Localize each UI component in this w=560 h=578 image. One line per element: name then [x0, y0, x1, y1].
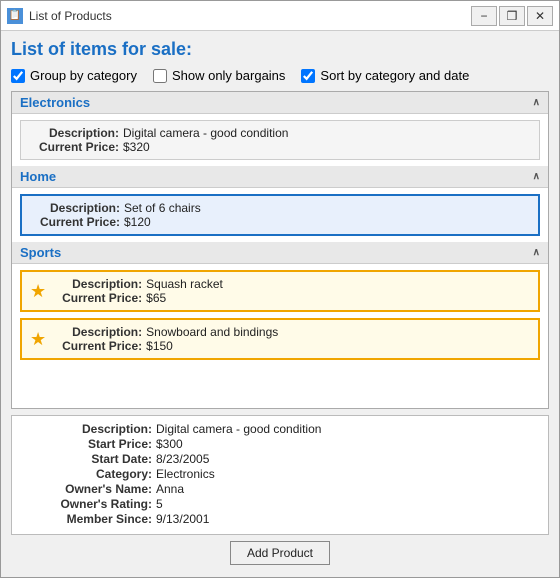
product-description-row-4: Description: Snowboard and bindings: [52, 325, 278, 339]
product-description-row: Description: Digital camera - good condi…: [29, 126, 531, 140]
detail-start-date-label: Start Date:: [52, 452, 152, 466]
product-list-panel[interactable]: Electronics ∧ Description: Digital camer…: [11, 91, 549, 409]
product-item-snowboard[interactable]: ★ Description: Snowboard and bindings Cu…: [20, 318, 540, 360]
window-controls: − ❒ ✕: [471, 6, 553, 26]
show-only-bargains-label: Show only bargains: [172, 68, 285, 83]
sort-by-checkbox-label[interactable]: Sort by category and date: [301, 68, 469, 83]
detail-owners-name-row: Owner's Name: Anna: [52, 482, 508, 496]
chevron-up-icon-home: ∧: [533, 171, 540, 182]
product-price-row: Current Price: $320: [29, 140, 531, 154]
show-only-bargains-checkbox[interactable]: [153, 69, 167, 83]
product-with-star-snowboard: ★ Description: Snowboard and bindings Cu…: [30, 325, 530, 353]
detail-description-label: Description:: [52, 422, 152, 436]
detail-category-value: Electronics: [156, 467, 215, 481]
product-item-chairs[interactable]: Description: Set of 6 chairs Current Pri…: [20, 194, 540, 236]
minimize-button[interactable]: −: [471, 6, 497, 26]
detail-owners-name-label: Owner's Name:: [52, 482, 152, 496]
detail-owners-rating-value: 5: [156, 497, 163, 511]
close-button[interactable]: ✕: [527, 6, 553, 26]
detail-description-row: Description: Digital camera - good condi…: [52, 422, 508, 436]
product-item-squash[interactable]: ★ Description: Squash racket Current Pri…: [20, 270, 540, 312]
chevron-up-icon-electronics: ∧: [533, 97, 540, 108]
detail-start-date-row: Start Date: 8/23/2005: [52, 452, 508, 466]
price-label-3: Current Price:: [52, 291, 142, 305]
chevron-up-icon-sports: ∧: [533, 247, 540, 258]
sort-by-label: Sort by category and date: [320, 68, 469, 83]
description-label-1: Description:: [29, 126, 119, 140]
description-label-4: Description:: [52, 325, 142, 339]
price-value-1: $320: [123, 140, 150, 154]
detail-owners-rating-row: Owner's Rating: 5: [52, 497, 508, 511]
group-by-category-checkbox[interactable]: [11, 69, 25, 83]
category-header-home[interactable]: Home ∧: [12, 166, 548, 188]
main-window: 📋 List of Products − ❒ ✕ List of items f…: [0, 0, 560, 578]
detail-owners-rating-label: Owner's Rating:: [52, 497, 152, 511]
product-description-row-3: Description: Squash racket: [52, 277, 223, 291]
price-value-2: $120: [124, 215, 151, 229]
toolbar: Group by category Show only bargains Sor…: [11, 68, 549, 83]
detail-member-since-value: 9/13/2001: [156, 512, 209, 526]
category-header-sports[interactable]: Sports ∧: [12, 242, 548, 264]
category-name-home: Home: [20, 169, 56, 184]
price-value-4: $150: [146, 339, 173, 353]
detail-member-since-row: Member Since: 9/13/2001: [52, 512, 508, 526]
price-value-3: $65: [146, 291, 166, 305]
add-product-button[interactable]: Add Product: [230, 541, 330, 565]
detail-panel: Description: Digital camera - good condi…: [11, 415, 549, 535]
price-label-2: Current Price:: [30, 215, 120, 229]
detail-start-price-row: Start Price: $300: [52, 437, 508, 451]
price-label-4: Current Price:: [52, 339, 142, 353]
window-icon-symbol: 📋: [9, 10, 21, 21]
product-details-snowboard: Description: Snowboard and bindings Curr…: [52, 325, 278, 353]
category-name-sports: Sports: [20, 245, 61, 260]
star-icon-squash: ★: [30, 281, 46, 302]
description-value-4: Snowboard and bindings: [146, 325, 278, 339]
title-bar: 📋 List of Products − ❒ ✕: [1, 1, 559, 31]
group-by-category-checkbox-label[interactable]: Group by category: [11, 68, 137, 83]
product-description-row-2: Description: Set of 6 chairs: [30, 201, 530, 215]
detail-description-value: Digital camera - good condition: [156, 422, 321, 436]
star-icon-snowboard: ★: [30, 329, 46, 350]
detail-start-price-value: $300: [156, 437, 183, 451]
description-label-3: Description:: [52, 277, 142, 291]
product-price-row-4: Current Price: $150: [52, 339, 278, 353]
sort-by-checkbox[interactable]: [301, 69, 315, 83]
detail-start-date-value: 8/23/2005: [156, 452, 209, 466]
window-content: List of items for sale: Group by categor…: [1, 31, 559, 577]
product-price-row-3: Current Price: $65: [52, 291, 223, 305]
price-label-1: Current Price:: [29, 140, 119, 154]
bottom-bar: Add Product: [11, 535, 549, 569]
page-heading: List of items for sale:: [11, 39, 549, 60]
restore-button[interactable]: ❒: [499, 6, 525, 26]
description-value-3: Squash racket: [146, 277, 223, 291]
detail-category-row: Category: Electronics: [52, 467, 508, 481]
description-value-1: Digital camera - good condition: [123, 126, 288, 140]
detail-member-since-label: Member Since:: [52, 512, 152, 526]
window-title: List of Products: [29, 9, 471, 23]
product-item-digital-camera[interactable]: Description: Digital camera - good condi…: [20, 120, 540, 160]
detail-owners-name-value: Anna: [156, 482, 184, 496]
product-details-squash: Description: Squash racket Current Price…: [52, 277, 223, 305]
group-by-category-label: Group by category: [30, 68, 137, 83]
category-name-electronics: Electronics: [20, 95, 90, 110]
detail-category-label: Category:: [52, 467, 152, 481]
product-price-row-2: Current Price: $120: [30, 215, 530, 229]
description-value-2: Set of 6 chairs: [124, 201, 201, 215]
window-icon: 📋: [7, 8, 23, 24]
show-only-bargains-checkbox-label[interactable]: Show only bargains: [153, 68, 285, 83]
product-with-star-squash: ★ Description: Squash racket Current Pri…: [30, 277, 530, 305]
detail-start-price-label: Start Price:: [52, 437, 152, 451]
description-label-2: Description:: [30, 201, 120, 215]
category-header-electronics[interactable]: Electronics ∧: [12, 92, 548, 114]
